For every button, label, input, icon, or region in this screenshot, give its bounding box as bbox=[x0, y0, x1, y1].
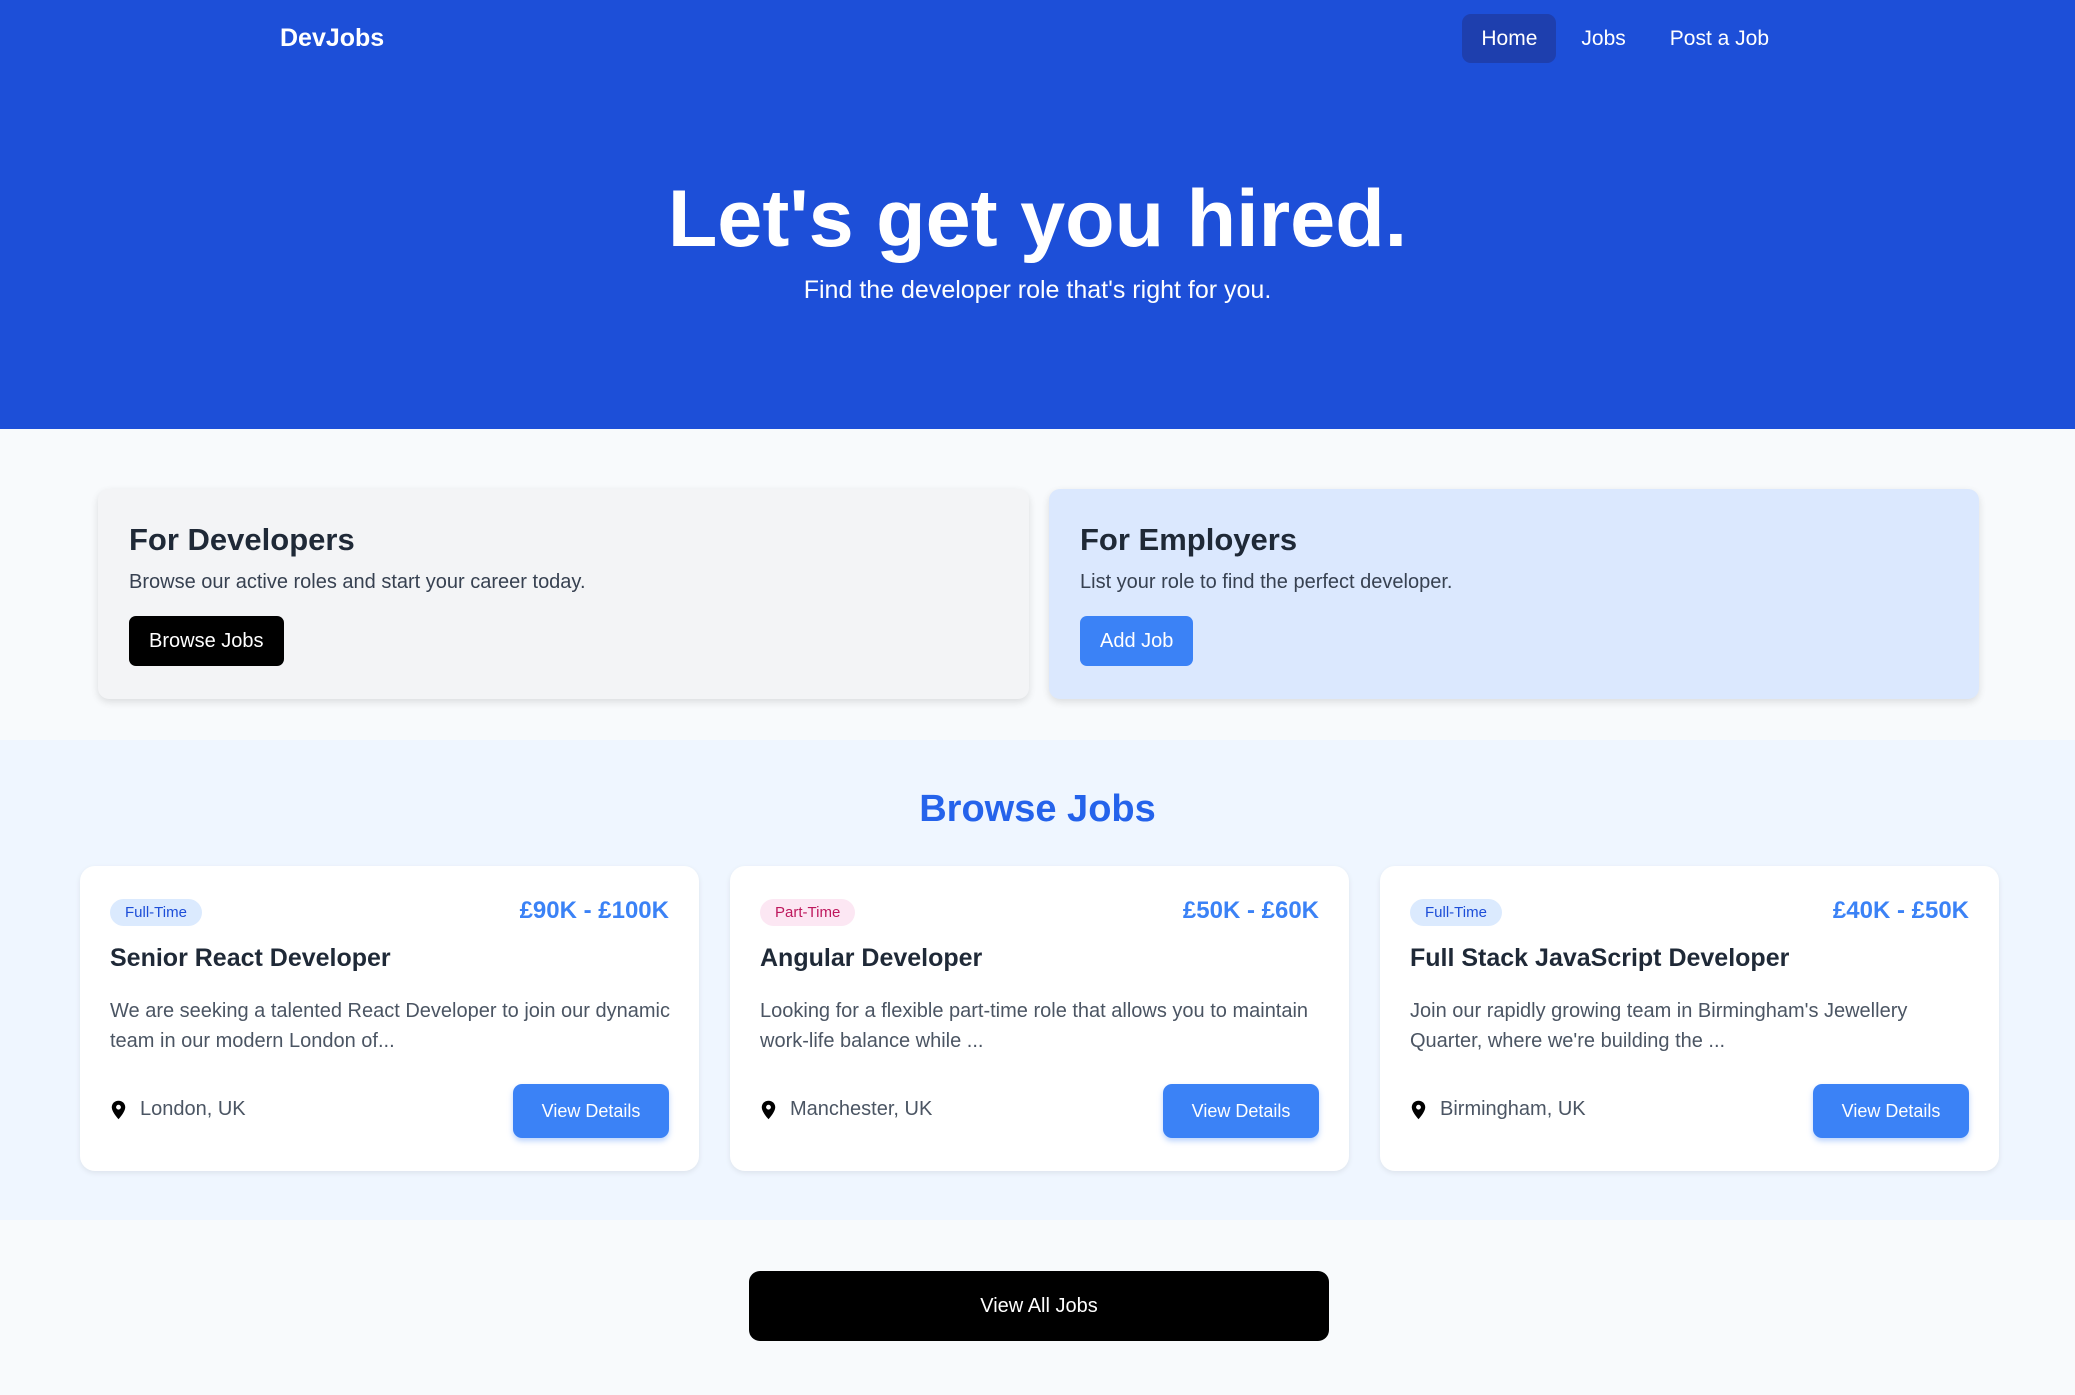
job-location: Manchester, UK bbox=[760, 1098, 932, 1121]
job-type-badge: Part-Time bbox=[760, 899, 856, 926]
employers-card-description: List your role to find the perfect devel… bbox=[1080, 571, 1453, 593]
browse-jobs-section: Browse Jobs Full-Time £90K - £100K Senio… bbox=[0, 740, 2075, 1220]
job-type-badge: Full-Time bbox=[1410, 899, 1502, 926]
job-card: Full-Time £40K - £50K Full Stack JavaScr… bbox=[1380, 866, 1999, 1171]
job-location-text: London, UK bbox=[140, 1098, 246, 1120]
add-job-button[interactable]: Add Job bbox=[1080, 616, 1194, 666]
job-title: Angular Developer bbox=[760, 944, 983, 972]
job-card: Full-Time £90K - £100K Senior React Deve… bbox=[80, 866, 699, 1171]
nav-post-job[interactable]: Post a Job bbox=[1651, 14, 1788, 63]
brand-logo[interactable]: DevJobs bbox=[280, 24, 384, 53]
view-details-button[interactable]: View Details bbox=[1163, 1084, 1319, 1138]
map-pin-icon bbox=[1411, 1100, 1426, 1119]
browse-jobs-button[interactable]: Browse Jobs bbox=[129, 616, 284, 666]
hero-section: DevJobs Home Jobs Post a Job Let's get y… bbox=[0, 0, 2075, 429]
job-description: Join our rapidly growing team in Birming… bbox=[1410, 1000, 1908, 1052]
developers-card: For Developers Browse our active roles a… bbox=[98, 489, 1029, 699]
job-salary: £50K - £60K bbox=[1182, 897, 1319, 924]
job-title: Senior React Developer bbox=[110, 944, 391, 972]
job-location-text: Birmingham, UK bbox=[1440, 1098, 1586, 1120]
developers-card-title: For Developers bbox=[129, 522, 355, 557]
view-details-button[interactable]: View Details bbox=[1813, 1084, 1969, 1138]
job-card: Part-Time £50K - £60K Angular Developer … bbox=[730, 866, 1349, 1171]
map-pin-icon bbox=[761, 1100, 776, 1119]
employers-card-title: For Employers bbox=[1080, 522, 1298, 557]
hero-subtitle: Find the developer role that's right for… bbox=[803, 276, 1272, 304]
developers-card-description: Browse our active roles and start your c… bbox=[129, 571, 586, 593]
employers-card: For Employers List your role to find the… bbox=[1049, 489, 1979, 699]
job-type-badge: Full-Time bbox=[110, 899, 202, 926]
job-salary: £90K - £100K bbox=[519, 897, 669, 924]
job-description: Looking for a flexible part-time role th… bbox=[760, 1000, 1309, 1052]
job-description: We are seeking a talented React Develope… bbox=[110, 1000, 670, 1052]
job-location: London, UK bbox=[110, 1098, 246, 1121]
view-details-button[interactable]: View Details bbox=[513, 1084, 669, 1138]
nav-home[interactable]: Home bbox=[1462, 14, 1557, 63]
browse-jobs-title: Browse Jobs bbox=[919, 788, 1156, 830]
nav-jobs[interactable]: Jobs bbox=[1562, 14, 1644, 63]
hero-title: Let's get you hired. bbox=[667, 174, 1408, 264]
job-title: Full Stack JavaScript Developer bbox=[1410, 944, 1790, 972]
job-salary: £40K - £50K bbox=[1832, 897, 1969, 924]
map-pin-icon bbox=[111, 1100, 126, 1119]
view-all-jobs-button[interactable]: View All Jobs bbox=[749, 1271, 1329, 1341]
main-nav: Home Jobs Post a Job bbox=[1462, 14, 1788, 63]
job-location: Birmingham, UK bbox=[1410, 1098, 1586, 1121]
job-location-text: Manchester, UK bbox=[790, 1098, 933, 1120]
